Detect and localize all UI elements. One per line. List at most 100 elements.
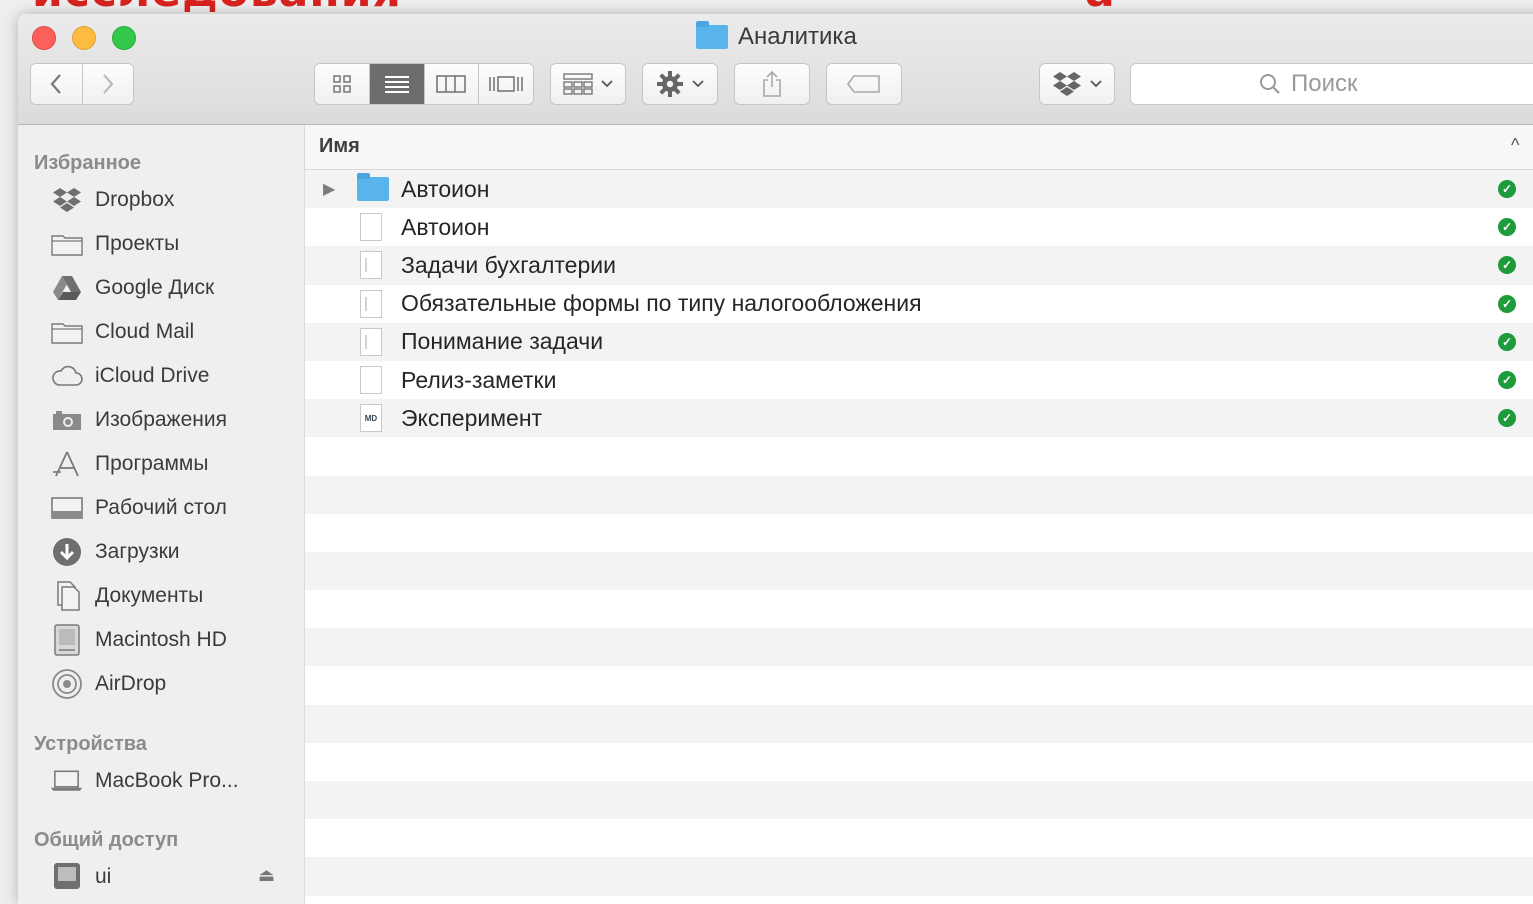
sidebar-item-ui-server[interactable]: ui <box>50 859 111 895</box>
disclosure-triangle-icon[interactable]: ▶ <box>323 179 335 199</box>
sidebar-item-label: MacBook Pro... <box>95 769 239 792</box>
document-icon <box>360 251 382 280</box>
file-name: Обязательные формы по типу налогообложен… <box>401 290 922 317</box>
table-row[interactable]: Задачи бухгалтерии ✓ <box>305 246 1533 285</box>
table-row[interactable]: Обязательные формы по типу налогообложен… <box>305 284 1533 323</box>
sidebar-item-google-drive[interactable]: Google Диск <box>50 270 214 306</box>
sync-ok-icon: ✓ <box>1498 409 1516 428</box>
file-list: Имя ^ ▶ Автоион ✓ Автоион ✓ Задачи бухга… <box>305 125 1533 904</box>
folder-icon <box>696 21 728 49</box>
desktop-icon <box>50 494 83 522</box>
folder-icon <box>357 173 389 202</box>
dropbox-button[interactable] <box>1039 63 1115 105</box>
view-mode-segment <box>314 63 534 105</box>
sidebar-item-dropbox[interactable]: Dropbox <box>50 182 174 218</box>
back-button[interactable] <box>31 64 83 104</box>
sidebar-item-label: Документы <box>95 584 204 607</box>
file-name: Релиз-заметки <box>401 366 557 393</box>
table-row[interactable]: MD Эксперимент ✓ <box>305 399 1533 438</box>
table-row[interactable]: Релиз-заметки ✓ <box>305 360 1533 400</box>
blank-file-icon <box>360 366 382 395</box>
sidebar-item-downloads[interactable]: Загрузки <box>50 534 180 570</box>
file-name: Понимание задачи <box>401 328 604 355</box>
document-icon <box>360 327 382 356</box>
column-view-icon <box>436 75 467 93</box>
arrange-button[interactable] <box>550 63 626 105</box>
table-row[interactable]: Автоион ✓ <box>305 208 1533 247</box>
file-name: Автоион <box>401 213 490 240</box>
camera-icon <box>50 406 83 434</box>
sidebar-item-pictures[interactable]: Изображения <box>50 402 227 438</box>
close-button[interactable] <box>32 26 56 50</box>
search-input[interactable]: Поиск <box>1130 63 1533 105</box>
empty-row <box>305 666 1533 705</box>
tag-button[interactable] <box>826 63 902 105</box>
empty-row <box>305 590 1533 629</box>
documents-icon <box>50 581 83 611</box>
sidebar-item-label: Dropbox <box>95 188 175 211</box>
column-header[interactable]: Имя ^ <box>305 125 1533 170</box>
empty-row <box>305 628 1533 667</box>
sidebar-item-label: Проекты <box>95 232 180 255</box>
sidebar-item-icloud-drive[interactable]: iCloud Drive <box>50 358 209 394</box>
toolbar: Аналитика Поиск <box>18 14 1533 125</box>
sidebar-item-label: ui <box>95 865 112 888</box>
chevron-down-icon <box>1090 80 1102 88</box>
forward-button[interactable] <box>82 64 133 104</box>
file-name: Автоион <box>401 175 490 202</box>
sidebar-item-macintosh-hd[interactable]: Macintosh HD <box>50 622 227 658</box>
sidebar-item-desktop[interactable]: Рабочий стол <box>50 490 227 526</box>
sort-ascending-icon: ^ <box>1511 135 1520 155</box>
eject-icon[interactable]: ⏏ <box>258 865 275 886</box>
table-row[interactable]: ▶ Автоион ✓ <box>305 170 1533 209</box>
file-name: Задачи бухгалтерии <box>401 251 616 278</box>
file-name: Эксперимент <box>401 404 543 431</box>
document-icon <box>360 213 382 242</box>
gear-icon <box>657 71 683 97</box>
sidebar: Избранное Dropbox Проекты Google Диск Cl… <box>18 125 305 904</box>
zoom-button[interactable] <box>112 26 136 50</box>
dropbox-icon <box>50 186 83 214</box>
column-view-button[interactable] <box>424 64 480 104</box>
empty-row <box>305 704 1533 743</box>
finder-window: Аналитика Поиск Избранное Dropbox Проект… <box>18 14 1533 904</box>
empty-row <box>305 781 1533 820</box>
document-icon <box>360 289 382 318</box>
empty-row <box>305 857 1533 896</box>
list-view-icon <box>384 76 409 93</box>
sidebar-item-label: AirDrop <box>95 672 167 695</box>
sync-ok-icon: ✓ <box>1498 218 1516 237</box>
sidebar-item-label: Cloud Mail <box>95 320 195 343</box>
search-placeholder: Поиск <box>1291 70 1358 97</box>
cover-flow-button[interactable] <box>479 64 533 104</box>
sidebar-item-label: Macintosh HD <box>95 628 227 651</box>
sidebar-item-macbook[interactable]: MacBook Pro... <box>50 763 239 799</box>
sidebar-item-documents[interactable]: Документы <box>50 578 203 614</box>
share-button[interactable] <box>734 63 810 105</box>
sidebar-item-cloud-mail[interactable]: Cloud Mail <box>50 314 194 350</box>
sidebar-item-airdrop[interactable]: AirDrop <box>50 666 166 702</box>
google-drive-icon <box>50 274 83 302</box>
action-button[interactable] <box>642 63 718 105</box>
empty-row <box>305 742 1533 781</box>
icon-view-button[interactable] <box>315 64 370 104</box>
sidebar-header-shared: Общий доступ <box>34 829 179 851</box>
column-name-label: Имя <box>319 135 360 157</box>
tag-icon <box>847 75 880 93</box>
applications-icon <box>50 450 83 478</box>
sync-ok-icon: ✓ <box>1498 294 1516 313</box>
empty-row <box>305 819 1533 858</box>
search-icon <box>1260 74 1280 94</box>
sidebar-item-projects[interactable]: Проекты <box>50 226 179 262</box>
table-row[interactable]: Понимание задачи ✓ <box>305 322 1533 361</box>
sidebar-item-label: Google Диск <box>95 276 215 299</box>
folder-icon <box>50 318 83 346</box>
list-view-button[interactable] <box>369 64 425 104</box>
nav-buttons <box>30 63 134 105</box>
arrange-icon <box>563 73 593 95</box>
sidebar-item-applications[interactable]: Программы <box>50 446 208 482</box>
sync-ok-icon: ✓ <box>1498 256 1516 275</box>
server-icon <box>50 863 83 891</box>
file-rows: ▶ Автоион ✓ Автоион ✓ Задачи бухгалтерии… <box>305 170 1533 904</box>
minimize-button[interactable] <box>72 26 96 50</box>
